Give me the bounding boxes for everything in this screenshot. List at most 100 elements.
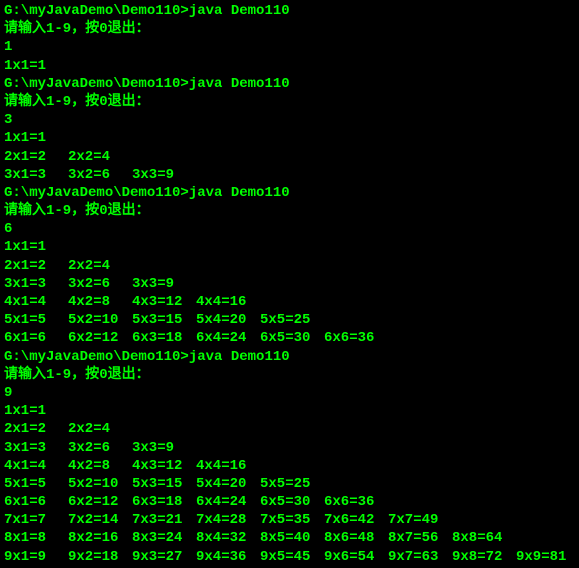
mult-cell: 3x2=6 xyxy=(68,275,132,293)
mult-row: 5x1=55x2=105x3=155x4=205x5=25 xyxy=(4,311,575,329)
mult-cell: 1x1=1 xyxy=(4,129,68,147)
mult-cell: 8x5=40 xyxy=(260,529,324,547)
mult-cell: 6x5=30 xyxy=(260,493,324,511)
command-line: G:\myJavaDemo\Demo110>java Demo110 xyxy=(4,75,575,93)
user-input: 6 xyxy=(4,220,575,238)
user-input: 3 xyxy=(4,111,575,129)
mult-cell: 4x3=12 xyxy=(132,457,196,475)
mult-row: 6x1=66x2=126x3=186x4=246x5=306x6=36 xyxy=(4,329,575,347)
mult-row: 4x1=44x2=84x3=124x4=16 xyxy=(4,457,575,475)
mult-row: 2x1=22x2=4 xyxy=(4,420,575,438)
mult-cell: 3x1=3 xyxy=(4,275,68,293)
mult-cell: 4x3=12 xyxy=(132,293,196,311)
mult-cell: 8x3=24 xyxy=(132,529,196,547)
mult-cell: 4x1=4 xyxy=(4,293,68,311)
mult-cell: 4x2=8 xyxy=(68,457,132,475)
mult-cell: 6x1=6 xyxy=(4,329,68,347)
input-prompt: 请输入1-9，按0退出： xyxy=(4,93,575,111)
mult-row: 1x1=1 xyxy=(4,129,575,147)
mult-cell: 6x6=36 xyxy=(324,329,388,347)
mult-row: 9x1=99x2=189x3=279x4=369x5=459x6=549x7=6… xyxy=(4,548,575,566)
mult-cell: 2x1=2 xyxy=(4,148,68,166)
input-prompt: 请输入1-9，按0退出： xyxy=(4,20,575,38)
mult-cell: 5x4=20 xyxy=(196,475,260,493)
input-prompt: 请输入1-9，按0退出： xyxy=(4,202,575,220)
mult-cell: 3x1=3 xyxy=(4,439,68,457)
mult-cell: 8x7=56 xyxy=(388,529,452,547)
mult-cell: 5x2=10 xyxy=(68,475,132,493)
mult-cell: 3x1=3 xyxy=(4,166,68,184)
mult-cell: 7x7=49 xyxy=(388,511,452,529)
mult-cell: 6x3=18 xyxy=(132,329,196,347)
command-line: G:\myJavaDemo\Demo110>java Demo110 xyxy=(4,2,575,20)
mult-cell: 1x1=1 xyxy=(4,402,68,420)
command-line: G:\myJavaDemo\Demo110>java Demo110 xyxy=(4,184,575,202)
mult-cell: 7x6=42 xyxy=(324,511,388,529)
mult-cell: 6x2=12 xyxy=(68,329,132,347)
mult-cell: 9x8=72 xyxy=(452,548,516,566)
mult-cell: 3x3=9 xyxy=(132,166,196,184)
mult-cell: 2x2=4 xyxy=(68,148,132,166)
mult-row: 1x1=1 xyxy=(4,238,575,256)
mult-cell: 3x3=9 xyxy=(132,275,196,293)
mult-row: 3x1=33x2=63x3=9 xyxy=(4,275,575,293)
mult-cell: 2x2=4 xyxy=(68,257,132,275)
mult-row: 3x1=33x2=63x3=9 xyxy=(4,166,575,184)
mult-cell: 9x2=18 xyxy=(68,548,132,566)
mult-row: 2x1=22x2=4 xyxy=(4,148,575,166)
mult-cell: 5x3=15 xyxy=(132,311,196,329)
mult-row: 2x1=22x2=4 xyxy=(4,257,575,275)
mult-cell: 4x4=16 xyxy=(196,457,260,475)
mult-cell: 2x2=4 xyxy=(68,420,132,438)
mult-cell: 2x1=2 xyxy=(4,257,68,275)
mult-cell: 5x1=5 xyxy=(4,475,68,493)
mult-cell: 9x7=63 xyxy=(388,548,452,566)
mult-cell: 5x4=20 xyxy=(196,311,260,329)
mult-cell: 6x6=36 xyxy=(324,493,388,511)
mult-cell: 7x2=14 xyxy=(68,511,132,529)
mult-cell: 5x5=25 xyxy=(260,311,324,329)
mult-cell: 8x1=8 xyxy=(4,529,68,547)
mult-row: 3x1=33x2=63x3=9 xyxy=(4,439,575,457)
mult-cell: 2x1=2 xyxy=(4,420,68,438)
mult-row: 4x1=44x2=84x3=124x4=16 xyxy=(4,293,575,311)
mult-cell: 4x2=8 xyxy=(68,293,132,311)
mult-cell: 9x6=54 xyxy=(324,548,388,566)
mult-cell: 9x1=9 xyxy=(4,548,68,566)
mult-cell: 9x4=36 xyxy=(196,548,260,566)
terminal-output: G:\myJavaDemo\Demo110>java Demo110请输入1-9… xyxy=(0,0,579,568)
mult-row: 8x1=88x2=168x3=248x4=328x5=408x6=488x7=5… xyxy=(4,529,575,547)
mult-row: 1x1=1 xyxy=(4,57,575,75)
mult-cell: 7x4=28 xyxy=(196,511,260,529)
mult-cell: 9x9=81 xyxy=(516,548,579,566)
mult-cell: 4x1=4 xyxy=(4,457,68,475)
mult-cell: 5x1=5 xyxy=(4,311,68,329)
input-prompt: 请输入1-9，按0退出： xyxy=(4,366,575,384)
mult-cell: 7x5=35 xyxy=(260,511,324,529)
mult-cell: 5x2=10 xyxy=(68,311,132,329)
mult-cell: 6x4=24 xyxy=(196,493,260,511)
mult-cell: 8x2=16 xyxy=(68,529,132,547)
mult-cell: 5x5=25 xyxy=(260,475,324,493)
mult-cell: 9x5=45 xyxy=(260,548,324,566)
mult-cell: 3x2=6 xyxy=(68,439,132,457)
mult-cell: 8x8=64 xyxy=(452,529,516,547)
mult-row: 5x1=55x2=105x3=155x4=205x5=25 xyxy=(4,475,575,493)
user-input: 1 xyxy=(4,38,575,56)
mult-cell: 7x1=7 xyxy=(4,511,68,529)
mult-cell: 6x2=12 xyxy=(68,493,132,511)
mult-cell: 3x3=9 xyxy=(132,439,196,457)
mult-cell: 6x4=24 xyxy=(196,329,260,347)
command-line: G:\myJavaDemo\Demo110>java Demo110 xyxy=(4,348,575,366)
mult-cell: 3x2=6 xyxy=(68,166,132,184)
mult-row: 1x1=1 xyxy=(4,402,575,420)
mult-cell: 6x5=30 xyxy=(260,329,324,347)
mult-cell: 1x1=1 xyxy=(4,57,68,75)
mult-row: 7x1=77x2=147x3=217x4=287x5=357x6=427x7=4… xyxy=(4,511,575,529)
mult-cell: 7x3=21 xyxy=(132,511,196,529)
mult-cell: 9x3=27 xyxy=(132,548,196,566)
user-input: 9 xyxy=(4,384,575,402)
mult-cell: 4x4=16 xyxy=(196,293,260,311)
mult-cell: 6x3=18 xyxy=(132,493,196,511)
mult-cell: 1x1=1 xyxy=(4,238,68,256)
